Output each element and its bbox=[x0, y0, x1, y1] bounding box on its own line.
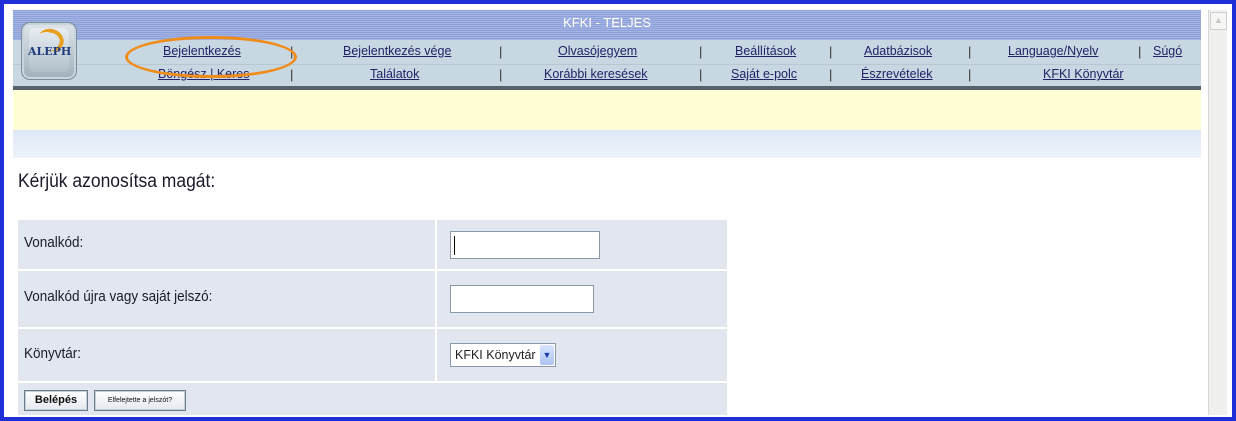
nav-eshelf[interactable]: Saját e-polc bbox=[731, 67, 797, 81]
chevron-down-icon[interactable]: ▼ bbox=[540, 345, 554, 365]
nav-results[interactable]: Találatok bbox=[370, 67, 419, 81]
title-bar: KFKI - TELJES bbox=[13, 10, 1201, 40]
vertical-scrollbar[interactable]: ▲ bbox=[1208, 10, 1227, 415]
form-row-actions: Belépés Elfelejtette a jelszót? bbox=[18, 383, 727, 415]
nav-kfki-library[interactable]: KFKI Könyvtár bbox=[1043, 67, 1124, 81]
form-row-library: Könyvtár: KFKI Könyvtár ▼ bbox=[18, 329, 727, 383]
login-button[interactable]: Belépés bbox=[24, 390, 88, 411]
nav-separator: | bbox=[290, 67, 294, 82]
nav-language[interactable]: Language/Nyelv bbox=[1008, 44, 1098, 58]
nav-separator: | bbox=[968, 44, 972, 59]
chevron-up-icon[interactable]: ▲ bbox=[1210, 12, 1227, 30]
nav-separator: | bbox=[699, 44, 703, 59]
nav-reader-card[interactable]: Olvasójegyem bbox=[558, 44, 637, 58]
nav-separator: | bbox=[968, 67, 972, 82]
nav-separator: | bbox=[1138, 44, 1142, 59]
nav-separator: | bbox=[699, 67, 703, 82]
header: KFKI - TELJES Bejelentkezés | Bejelentke… bbox=[13, 10, 1201, 90]
nav-databases[interactable]: Adatbázisok bbox=[864, 44, 932, 58]
nav-separator: | bbox=[829, 67, 833, 82]
page-title: Kérjük azonosítsa magát: bbox=[18, 171, 216, 192]
password-input[interactable] bbox=[450, 285, 594, 313]
logo-text: ALEPH bbox=[28, 45, 72, 58]
text-caret bbox=[454, 236, 455, 255]
forgot-password-button[interactable]: Elfelejtette a jelszót? bbox=[94, 390, 186, 411]
nav-separator: | bbox=[499, 67, 503, 82]
nav-row-primary: Bejelentkezés | Bejelentkezés vége | Olv… bbox=[13, 40, 1201, 64]
nav-separator: | bbox=[290, 44, 294, 59]
cell-divider bbox=[435, 329, 437, 381]
cell-divider bbox=[435, 271, 437, 327]
app-title: KFKI - TELJES bbox=[563, 15, 651, 30]
library-label: Könyvtár: bbox=[24, 345, 82, 362]
nav-separator: | bbox=[499, 44, 503, 59]
library-select-value: KFKI Könyvtár bbox=[455, 348, 536, 362]
section-band bbox=[13, 130, 1201, 158]
barcode-input[interactable] bbox=[450, 231, 600, 259]
nav-logout[interactable]: Bejelentkezés vége bbox=[343, 44, 451, 58]
cell-divider bbox=[435, 220, 437, 269]
library-select[interactable]: KFKI Könyvtár ▼ bbox=[450, 343, 556, 367]
nav-settings[interactable]: Beállítások bbox=[735, 44, 796, 58]
nav-help[interactable]: Súgó bbox=[1153, 44, 1182, 58]
nav-row-secondary: Böngész | Keres | Találatok | Korábbi ke… bbox=[13, 64, 1201, 87]
form-row-password: Vonalkód újra vagy saját jelszó: bbox=[18, 271, 727, 329]
nav-previous-searches[interactable]: Korábbi keresések bbox=[544, 67, 648, 81]
message-band bbox=[13, 90, 1201, 130]
barcode-label: Vonalkód: bbox=[24, 234, 84, 251]
nav-browse-search[interactable]: Böngész | Keres bbox=[158, 67, 250, 81]
nav-separator: | bbox=[829, 44, 833, 59]
nav-feedback[interactable]: Észrevételek bbox=[861, 67, 933, 81]
browser-content: KFKI - TELJES Bejelentkezés | Bejelentke… bbox=[13, 10, 1208, 415]
form-row-barcode: Vonalkód: bbox=[18, 220, 727, 271]
password-label: Vonalkód újra vagy saját jelszó: bbox=[24, 288, 213, 305]
nav-login[interactable]: Bejelentkezés bbox=[163, 44, 241, 58]
aleph-logo-icon[interactable]: ALEPH bbox=[21, 22, 77, 80]
